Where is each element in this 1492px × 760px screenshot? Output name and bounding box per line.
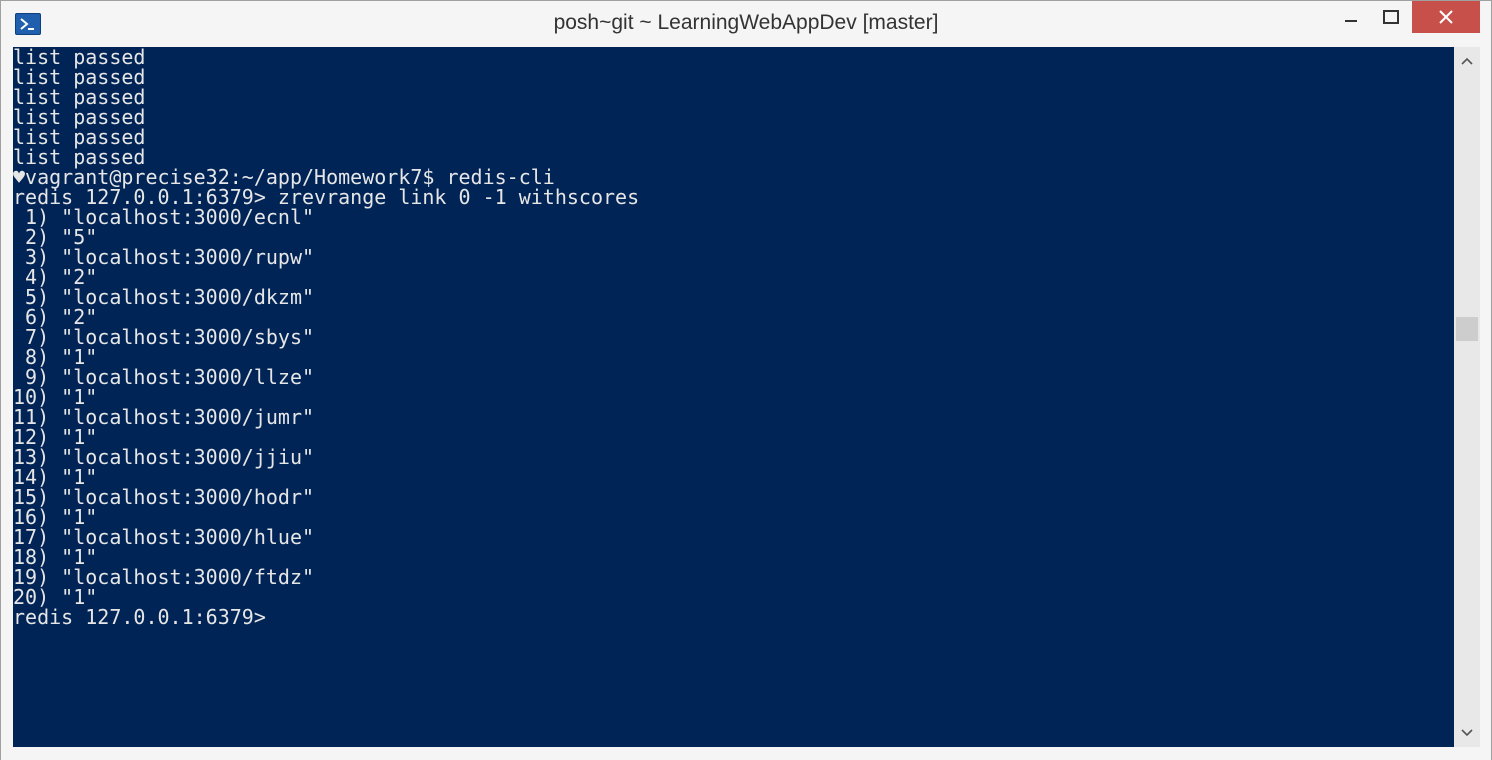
console-line: 5) "localhost:3000/dkzm" bbox=[13, 285, 315, 309]
console-line: 13) "localhost:3000/jjiu" bbox=[13, 445, 315, 469]
console-line: redis 127.0.0.1:6379> bbox=[13, 605, 266, 629]
close-icon bbox=[1439, 10, 1453, 24]
maximize-button[interactable] bbox=[1371, 1, 1411, 33]
console-line: 12) "1" bbox=[13, 425, 98, 449]
console-line: list passed bbox=[13, 85, 146, 109]
window-bottom-border bbox=[1, 747, 1491, 760]
console-line: list passed bbox=[13, 47, 146, 69]
console-line: 2) "5" bbox=[13, 225, 98, 249]
close-button[interactable] bbox=[1412, 1, 1480, 33]
console-line: 6) "2" bbox=[13, 305, 98, 329]
console-line: 4) "2" bbox=[13, 265, 98, 289]
minimize-button[interactable] bbox=[1331, 1, 1371, 33]
console-line: 7) "localhost:3000/sbys" bbox=[13, 325, 315, 349]
console-line: 19) "localhost:3000/ftdz" bbox=[13, 565, 315, 589]
console-line: 8) "1" bbox=[13, 345, 98, 369]
console-line: 11) "localhost:3000/jumr" bbox=[13, 405, 315, 429]
console-line: 9) "localhost:3000/llze" bbox=[13, 365, 315, 389]
minimize-icon bbox=[1345, 20, 1357, 22]
console-line: list passed bbox=[13, 145, 146, 169]
chevron-up-icon bbox=[1461, 57, 1473, 65]
vertical-scrollbar[interactable] bbox=[1454, 47, 1480, 747]
title-bar[interactable]: posh~git ~ LearningWebAppDev [master] bbox=[1, 1, 1491, 47]
console-line: list passed bbox=[13, 125, 146, 149]
console-line: 18) "1" bbox=[13, 545, 98, 569]
console-line: 10) "1" bbox=[13, 385, 98, 409]
console-window: posh~git ~ LearningWebAppDev [master] li… bbox=[0, 0, 1492, 760]
console-line: list passed bbox=[13, 105, 146, 129]
console-line: 3) "localhost:3000/rupw" bbox=[13, 245, 315, 269]
scrollbar-thumb[interactable] bbox=[1456, 317, 1478, 341]
scroll-down-button[interactable] bbox=[1454, 721, 1480, 747]
maximize-icon bbox=[1383, 10, 1399, 24]
console-lines: list passed list passed list passed list pa… bbox=[13, 47, 1454, 627]
console-line: 15) "localhost:3000/hodr" bbox=[13, 485, 315, 509]
console-line: redis 127.0.0.1:6379> zrevrange link 0 -… bbox=[13, 185, 640, 209]
console-line: 20) "1" bbox=[13, 585, 98, 609]
console-line: 1) "localhost:3000/ecnl" bbox=[13, 205, 315, 229]
chevron-down-icon bbox=[1461, 729, 1473, 737]
console-line: 14) "1" bbox=[13, 465, 98, 489]
scroll-up-button[interactable] bbox=[1454, 49, 1480, 75]
console-line: 16) "1" bbox=[13, 505, 98, 529]
console-line: ♥vagrant@precise32:~/app/Homework7$ redi… bbox=[13, 165, 555, 189]
window-title: posh~git ~ LearningWebAppDev [master] bbox=[553, 11, 939, 34]
console-line: 17) "localhost:3000/hlue" bbox=[13, 525, 315, 549]
console-output[interactable]: list passed list passed list passed list pa… bbox=[13, 47, 1454, 747]
console-line: list passed bbox=[13, 65, 146, 89]
